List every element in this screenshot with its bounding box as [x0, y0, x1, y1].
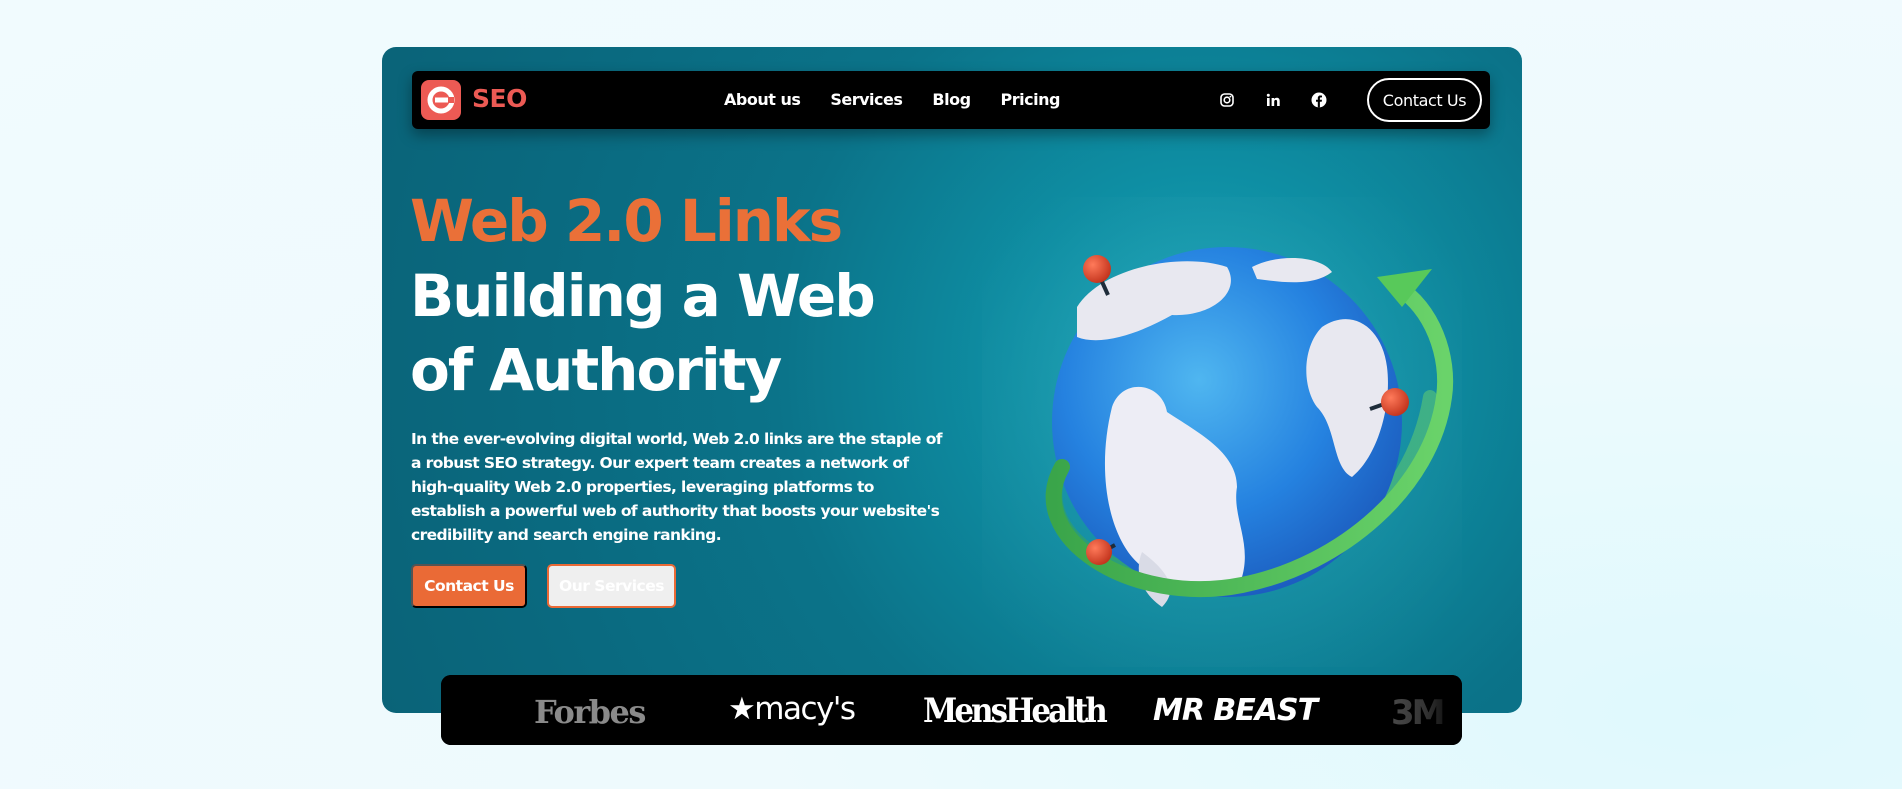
brand-logo-strip: Forbes ★macy's MensHealth MR BEAST 3M — [441, 675, 1462, 745]
hero-description: In the ever-evolving digital world, Web … — [411, 430, 943, 544]
mrbeast-logo: MR BEAST — [1153, 693, 1318, 728]
headline-main: Building a Web of Authority — [410, 262, 876, 404]
nav-blog[interactable]: Blog — [932, 90, 971, 109]
nav-pricing[interactable]: Pricing — [1001, 90, 1061, 109]
contact-us-button[interactable]: Contact Us — [411, 564, 527, 608]
nav-contact-button[interactable]: Contact Us — [1367, 78, 1482, 122]
logo-text[interactable]: SEO — [472, 84, 527, 113]
our-services-button[interactable]: Our Services — [547, 564, 676, 608]
strip-fade-right — [1372, 675, 1462, 745]
nav-services[interactable]: Services — [830, 90, 903, 109]
navbar: SEO About us Services Blog Pricing Conta… — [412, 71, 1490, 129]
linkedin-icon[interactable] — [1264, 91, 1282, 109]
facebook-icon[interactable] — [1310, 91, 1328, 109]
logo-icon[interactable] — [421, 80, 461, 120]
nav-about-us[interactable]: About us — [724, 90, 801, 109]
forbes-logo: Forbes — [534, 693, 646, 731]
headline-accent: Web 2.0 Links — [410, 187, 843, 255]
instagram-icon[interactable] — [1218, 91, 1236, 109]
macys-logo: ★macy's — [728, 691, 856, 727]
hero-section: SEO About us Services Blog Pricing Conta… — [382, 47, 1522, 713]
strip-fade-left — [441, 675, 531, 745]
menshealth-logo: MensHealth — [923, 691, 1108, 731]
globe-illustration — [922, 132, 1522, 713]
nav-links: About us Services Blog Pricing — [724, 90, 1090, 109]
